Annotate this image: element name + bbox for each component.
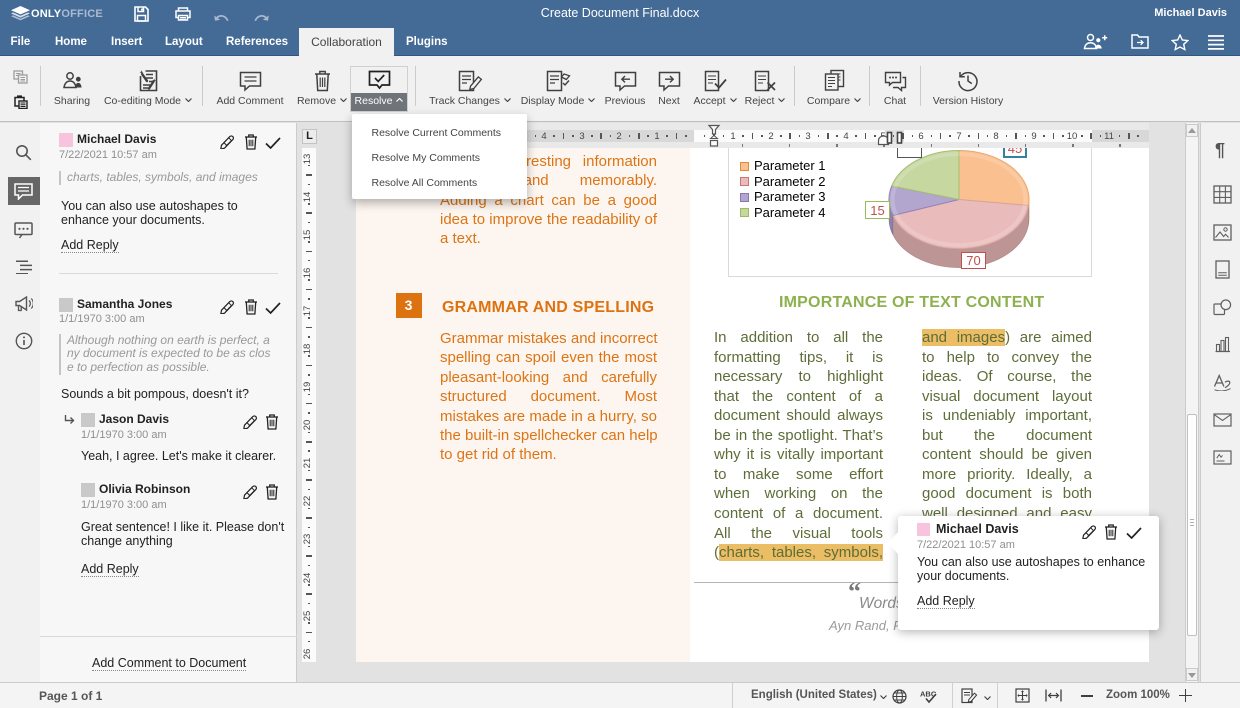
svg-text:ABC: ABC — [920, 690, 937, 699]
